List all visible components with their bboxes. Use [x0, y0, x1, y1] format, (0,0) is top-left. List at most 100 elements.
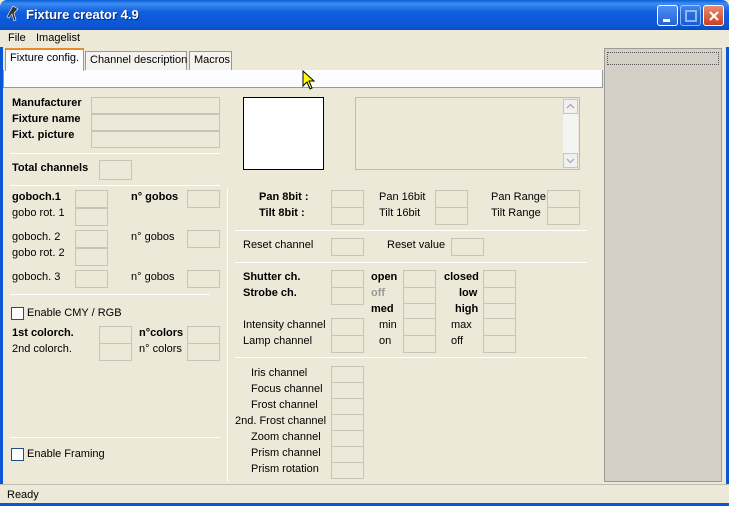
goboch3-label: goboch. 3: [12, 271, 61, 283]
minimize-button[interactable]: [657, 5, 678, 26]
reset-channel-label: Reset channel: [243, 239, 314, 251]
total-channels-field[interactable]: [99, 160, 132, 180]
tilt-range-label: Tilt Range: [491, 207, 541, 219]
menu-imagelist[interactable]: Imagelist: [36, 32, 80, 44]
enable-framing-checkbox[interactable]: [11, 448, 24, 461]
tab-fixture-config[interactable]: Fixture config.: [5, 48, 85, 71]
menu-file[interactable]: File: [8, 32, 26, 44]
divider: [235, 357, 587, 358]
manufacturer-label: Manufacturer: [12, 97, 82, 109]
gobo-rot1-field[interactable]: [75, 208, 108, 226]
shutter-ch-field[interactable]: [331, 270, 364, 288]
lamp-channel-field[interactable]: [331, 335, 364, 353]
closed-field[interactable]: [483, 270, 516, 288]
closed-label: closed: [444, 271, 479, 283]
frost-channel-field[interactable]: [331, 398, 364, 415]
on-field[interactable]: [403, 335, 436, 353]
pan-range-field[interactable]: [547, 190, 580, 208]
n-gobos-2-field[interactable]: [187, 230, 220, 248]
fixture-picture-preview[interactable]: [243, 97, 324, 170]
reset-channel-field[interactable]: [331, 238, 364, 256]
colorch1-field[interactable]: [99, 326, 132, 344]
divider: [10, 294, 210, 295]
prism-channel-field[interactable]: [331, 446, 364, 463]
n-gobos-3-field[interactable]: [187, 270, 220, 288]
open-field[interactable]: [403, 270, 436, 288]
window-title: Fixture creator 4.9: [26, 7, 139, 22]
enable-cmy-checkbox[interactable]: [11, 307, 24, 320]
lamp-channel-label: Lamp channel: [243, 335, 313, 347]
enable-framing-label: Enable Framing: [27, 448, 105, 460]
fixture-name-field[interactable]: [91, 114, 220, 131]
ncolors1-label: n°colors: [139, 327, 184, 339]
prism-channel-label: Prism channel: [251, 447, 321, 459]
goboch2-field[interactable]: [75, 230, 108, 248]
maximize-button[interactable]: [680, 5, 701, 26]
zoom-channel-label: Zoom channel: [251, 431, 321, 443]
divider: [10, 153, 220, 154]
scroll-up-icon[interactable]: [563, 99, 578, 114]
iris-channel-label: Iris channel: [251, 367, 308, 379]
reset-value-field[interactable]: [451, 238, 484, 256]
tilt16-field[interactable]: [435, 207, 468, 225]
goboch1-field[interactable]: [75, 190, 108, 208]
pan16-field[interactable]: [435, 190, 468, 208]
tilt-range-field[interactable]: [547, 207, 580, 225]
pan8-field[interactable]: [331, 190, 364, 208]
n-gobos-3-label: n° gobos: [131, 271, 175, 283]
tilt8-label: Tilt 8bit :: [259, 207, 305, 219]
n-gobos-2-label: n° gobos: [131, 231, 175, 243]
divider: [235, 262, 587, 263]
ncolors2-field[interactable]: [187, 343, 220, 361]
tilt16-label: Tilt 16bit: [379, 207, 421, 219]
goboch1-label: goboch.1: [12, 191, 61, 203]
pan8-label: Pan 8bit :: [259, 191, 309, 203]
colorch2-field[interactable]: [99, 343, 132, 361]
strobe-ch-field[interactable]: [331, 287, 364, 305]
enable-cmy-label: Enable CMY / RGB: [27, 307, 122, 319]
tab-macros[interactable]: Macros: [189, 51, 232, 70]
max-label: max: [451, 319, 472, 331]
right-panel-focus-item[interactable]: [607, 52, 719, 65]
pan16-label: Pan 16bit: [379, 191, 426, 203]
vertical-divider: [227, 188, 228, 482]
mouse-cursor-icon: [302, 69, 316, 93]
n-gobos-1-field[interactable]: [187, 190, 220, 208]
intensity-channel-field[interactable]: [331, 318, 364, 336]
low-label: low: [459, 287, 478, 299]
focus-channel-field[interactable]: [331, 382, 364, 399]
ncolors1-field[interactable]: [187, 326, 220, 344]
description-textarea[interactable]: [355, 97, 580, 170]
scroll-down-icon[interactable]: [563, 153, 578, 168]
goboch3-field[interactable]: [75, 270, 108, 288]
tilt8-field[interactable]: [331, 207, 364, 225]
n-gobos-1-label: n° gobos: [131, 191, 179, 203]
description-scrollbar[interactable]: [563, 99, 578, 168]
fixture-picture-label: Fixt. picture: [12, 129, 75, 141]
colorch1-label: 1st colorch.: [12, 327, 74, 339]
frost-channel-label: Frost channel: [251, 399, 318, 411]
divider: [10, 185, 220, 186]
ncolors2-label: n° colors: [139, 343, 182, 355]
close-button[interactable]: [703, 5, 724, 26]
tab-channel-description[interactable]: Channel description: [85, 51, 187, 70]
intensity-channel-label: Intensity channel: [243, 319, 326, 331]
manufacturer-field[interactable]: [91, 97, 220, 114]
off-lamp-field[interactable]: [483, 335, 516, 353]
zoom-channel-field[interactable]: [331, 430, 364, 447]
min-field[interactable]: [403, 318, 436, 336]
status-text: Ready: [7, 489, 39, 501]
fixture-picture-field[interactable]: [91, 131, 220, 148]
reset-value-label: Reset value: [387, 239, 446, 251]
min-label: min: [379, 319, 397, 331]
prism-rotation-field[interactable]: [331, 462, 364, 479]
iris-channel-field[interactable]: [331, 366, 364, 383]
app-icon: [5, 5, 21, 23]
right-panel: [604, 48, 722, 482]
gobo-rot2-field[interactable]: [75, 248, 108, 266]
max-field[interactable]: [483, 318, 516, 336]
fixture-name-label: Fixture name: [12, 113, 81, 125]
prism-rotation-label: Prism rotation: [251, 463, 319, 475]
frost2-channel-field[interactable]: [331, 414, 364, 431]
frost2-channel-label: 2nd. Frost channel: [235, 415, 327, 427]
